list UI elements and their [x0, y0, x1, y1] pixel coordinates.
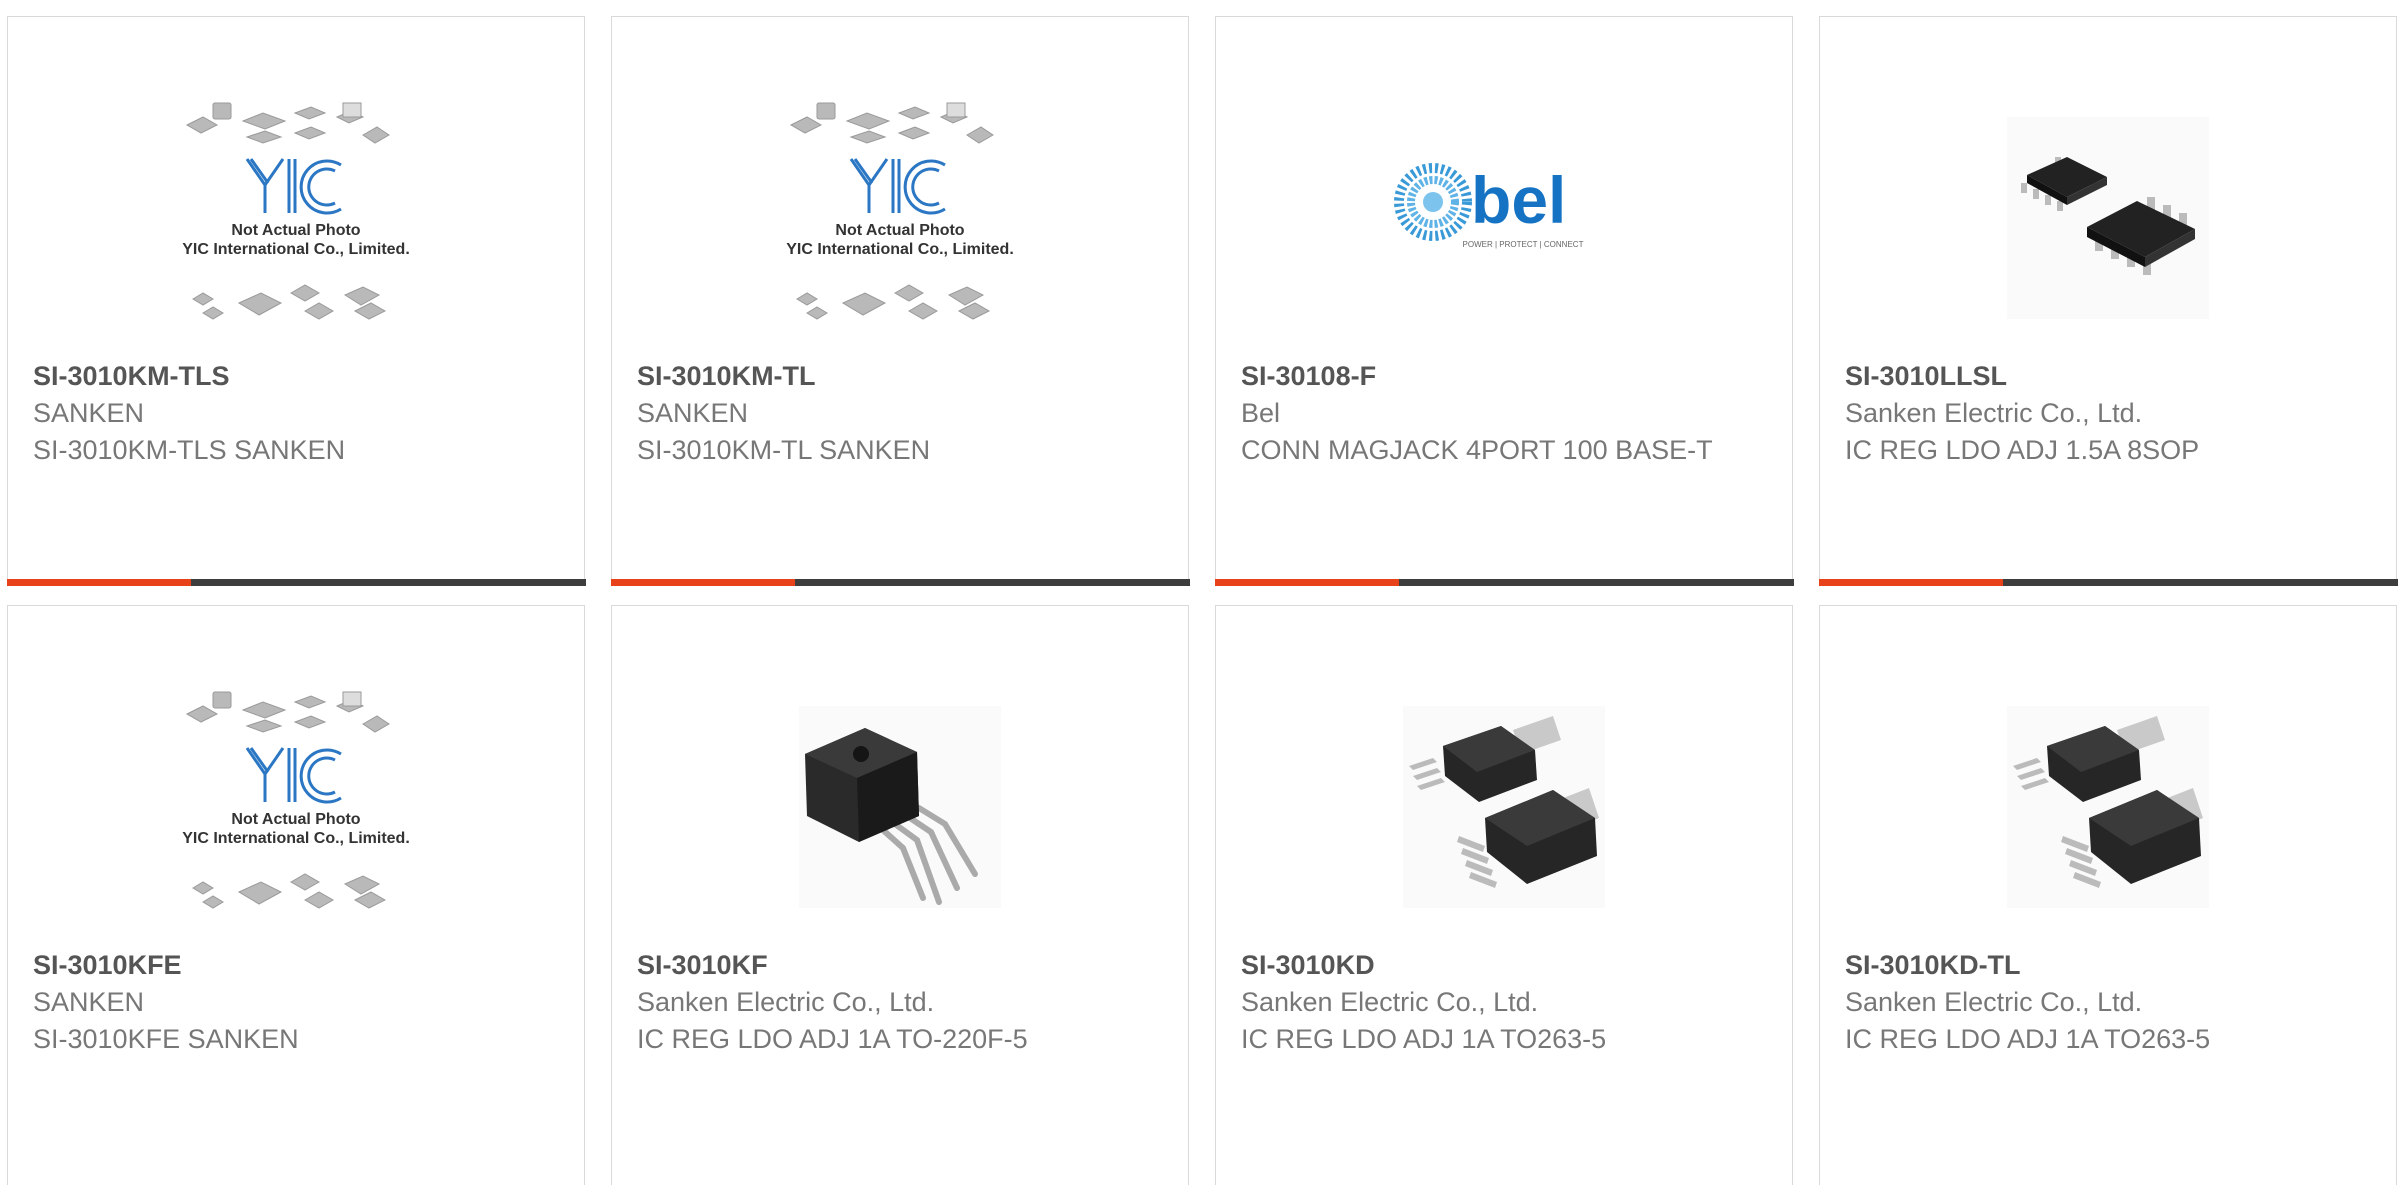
part-number[interactable]: SI-3010KD [1241, 947, 1772, 984]
description: CONN MAGJACK 4PORT 100 BASE-T [1241, 435, 1713, 465]
to263-chip-photo[interactable] [1977, 676, 2239, 938]
product-card[interactable]: SI-3010KF Sanken Electric Co., Ltd. IC R… [611, 605, 1189, 1185]
product-card[interactable]: SI-3010KD-TL Sanken Electric Co., Ltd. I… [1819, 605, 2397, 1185]
manufacturer: Sanken Electric Co., Ltd. [1845, 987, 2143, 1017]
manufacturer: Bel [1241, 398, 1281, 428]
part-number[interactable]: SI-3010KM-TL [637, 358, 1168, 395]
description: IC REG LDO ADJ 1A TO263-5 [1845, 1024, 2211, 1054]
manufacturer: SANKEN [33, 398, 145, 428]
product-card[interactable]: SI-3010LLSL Sanken Electric Co., Ltd. IC… [1818, 16, 2398, 586]
description: IC REG LDO ADJ 1A TO-220F-5 [637, 1024, 1028, 1054]
card-accent-bar [1214, 579, 1794, 586]
sop8-chip-photo[interactable] [1977, 87, 2239, 349]
part-number[interactable]: SI-3010KD-TL [1845, 947, 2376, 984]
to220-chip-photo[interactable] [769, 676, 1031, 938]
bel-logo-tagline: POWER | PROTECT | CONNECT [1463, 240, 1584, 249]
bel-logo[interactable]: bel POWER | PROTECT | CONNECT [1373, 87, 1635, 349]
product-card[interactable]: SI-3010KM-TL SANKEN SI-3010KM-TL SANKEN [610, 16, 1190, 586]
description: SI-3010KM-TL SANKEN [637, 435, 931, 465]
part-number[interactable]: SI-3010LLSL [1845, 358, 2376, 395]
manufacturer: Sanken Electric Co., Ltd. [1845, 398, 2143, 428]
manufacturer: Sanken Electric Co., Ltd. [1241, 987, 1539, 1017]
manufacturer: SANKEN [33, 987, 145, 1017]
part-number[interactable]: SI-3010KF [637, 947, 1168, 984]
card-accent-bar [610, 579, 1190, 586]
manufacturer: Sanken Electric Co., Ltd. [637, 987, 935, 1017]
part-number[interactable]: SI-3010KM-TLS [33, 358, 564, 395]
description: IC REG LDO ADJ 1A TO263-5 [1241, 1024, 1607, 1054]
yic-placeholder-icon[interactable] [165, 87, 427, 349]
product-card[interactable]: SI-3010KM-TLS SANKEN SI-3010KM-TLS SANKE… [6, 16, 586, 586]
product-card[interactable]: SI-3010KFE SANKEN SI-3010KFE SANKEN [7, 605, 585, 1185]
description: SI-3010KFE SANKEN [33, 1024, 299, 1054]
product-card[interactable]: bel POWER | PROTECT | CONNECT SI-30108-F… [1214, 16, 1794, 586]
card-accent-bar [6, 579, 586, 586]
card-accent-bar [1818, 579, 2398, 586]
description: SI-3010KM-TLS SANKEN [33, 435, 346, 465]
bel-logo-text: bel [1471, 163, 1566, 237]
yic-placeholder-icon[interactable] [165, 676, 427, 938]
description: IC REG LDO ADJ 1.5A 8SOP [1845, 435, 2200, 465]
part-number[interactable]: SI-3010KFE [33, 947, 564, 984]
part-number[interactable]: SI-30108-F [1241, 358, 1772, 395]
yic-placeholder-icon[interactable] [769, 87, 1031, 349]
manufacturer: SANKEN [637, 398, 749, 428]
to263-chip-photo[interactable] [1373, 676, 1635, 938]
product-card[interactable]: SI-3010KD Sanken Electric Co., Ltd. IC R… [1215, 605, 1793, 1185]
